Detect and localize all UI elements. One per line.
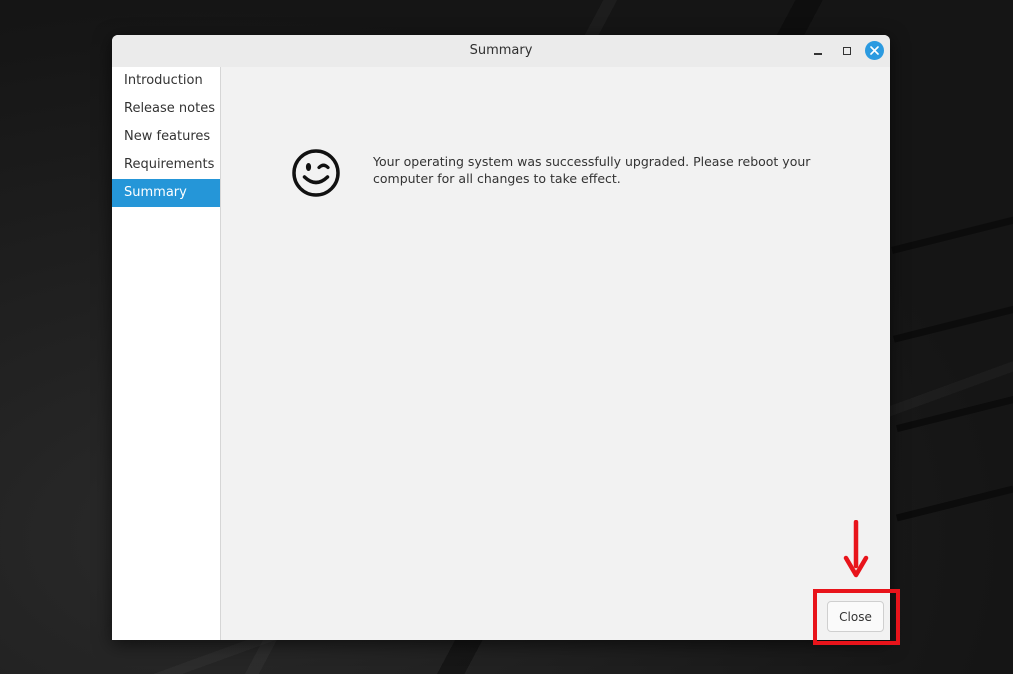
- sidebar: Introduction Release notes New features …: [112, 67, 221, 640]
- summary-window: Summary Introduction Release notes New f…: [112, 35, 890, 640]
- sidebar-item-introduction[interactable]: Introduction: [112, 67, 220, 95]
- sidebar-item-requirements[interactable]: Requirements: [112, 151, 220, 179]
- close-window-icon[interactable]: [865, 41, 884, 60]
- minimize-icon[interactable]: [809, 42, 827, 60]
- main-content: Your operating system was successfully u…: [221, 67, 890, 640]
- success-message: Your operating system was successfully u…: [373, 154, 811, 186]
- sidebar-item-release-notes[interactable]: Release notes: [112, 95, 220, 123]
- sidebar-item-new-features[interactable]: New features: [112, 123, 220, 151]
- window-title: Summary: [469, 43, 533, 58]
- maximize-icon[interactable]: [838, 42, 856, 60]
- annotation-highlight-box: [813, 589, 900, 645]
- window-titlebar[interactable]: Summary: [112, 35, 890, 68]
- wink-smiley-icon: [290, 147, 342, 203]
- sidebar-item-summary[interactable]: Summary: [112, 179, 220, 207]
- annotation-arrow-down-icon: [843, 519, 869, 586]
